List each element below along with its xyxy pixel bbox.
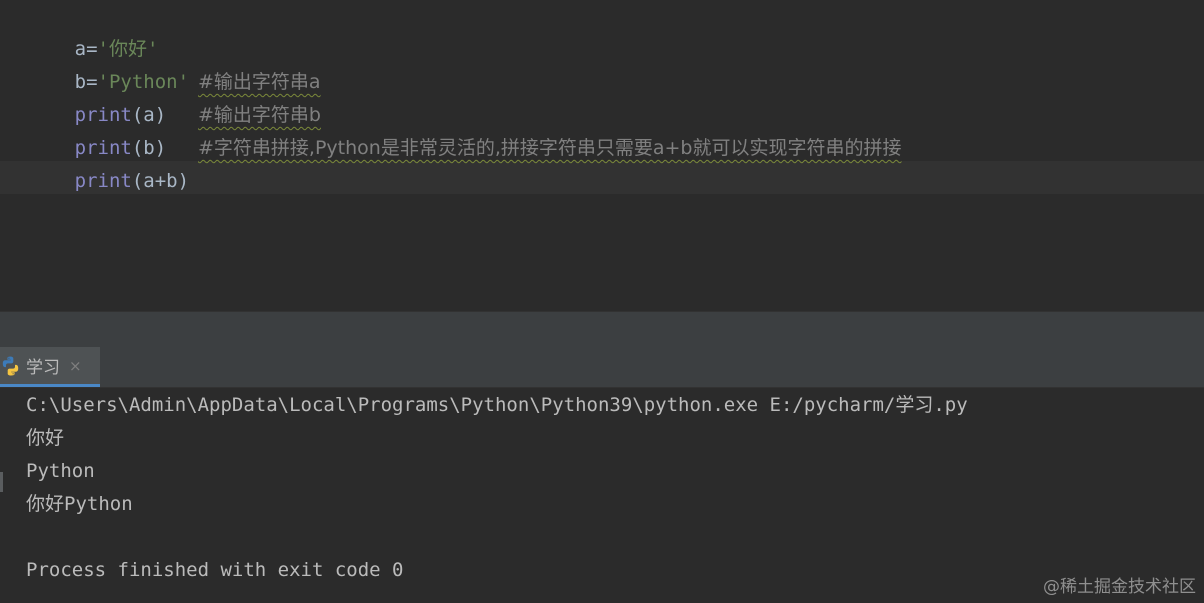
code-line-5[interactable]: print(a+b) — [6, 132, 189, 192]
ide-window: a='你好' b='Python' print(a) #输出字符串a print… — [0, 0, 1204, 603]
close-icon[interactable]: × — [69, 357, 82, 375]
console-line: Process finished with exit code 0 — [26, 559, 404, 581]
print-builtin: print — [74, 170, 132, 192]
console-line: Python — [26, 460, 95, 482]
console-line: C:\Users\Admin\AppData\Local\Programs\Py… — [26, 394, 968, 416]
open-paren: ( — [131, 170, 144, 192]
console-line: 你好Python — [26, 493, 133, 515]
code-line-3[interactable]: print(a) — [6, 66, 167, 126]
run-tab-label: 学习 — [26, 358, 60, 378]
code-line-2[interactable]: b='Python' — [6, 33, 189, 93]
console-output[interactable]: C:\Users\Admin\AppData\Local\Programs\Py… — [0, 388, 1204, 603]
code-line-1[interactable]: a='你好' — [6, 0, 159, 60]
run-tab[interactable]: 学习 × — [0, 347, 100, 387]
console-scroll-marker — [0, 472, 3, 492]
code-line-4[interactable]: print(b) — [6, 99, 167, 159]
code-comment: #输出字符串b — [198, 104, 321, 126]
console-line: 你好 — [26, 427, 65, 449]
code-comment: #输出字符串a — [198, 71, 321, 93]
python-icon — [2, 356, 19, 375]
watermark: @稀土掘金技术社区 — [1043, 577, 1196, 597]
code-comment: #字符串拼接,Python是非常灵活的,拼接字符串只需要a+b就可以实现字符串的… — [198, 137, 902, 159]
argument: a+b — [143, 170, 178, 192]
run-tabbar: 学习 × — [0, 347, 1204, 388]
close-paren: ) — [177, 170, 190, 192]
code-editor[interactable]: a='你好' b='Python' print(a) #输出字符串a print… — [0, 0, 1204, 311]
panel-splitter[interactable] — [0, 311, 1204, 348]
